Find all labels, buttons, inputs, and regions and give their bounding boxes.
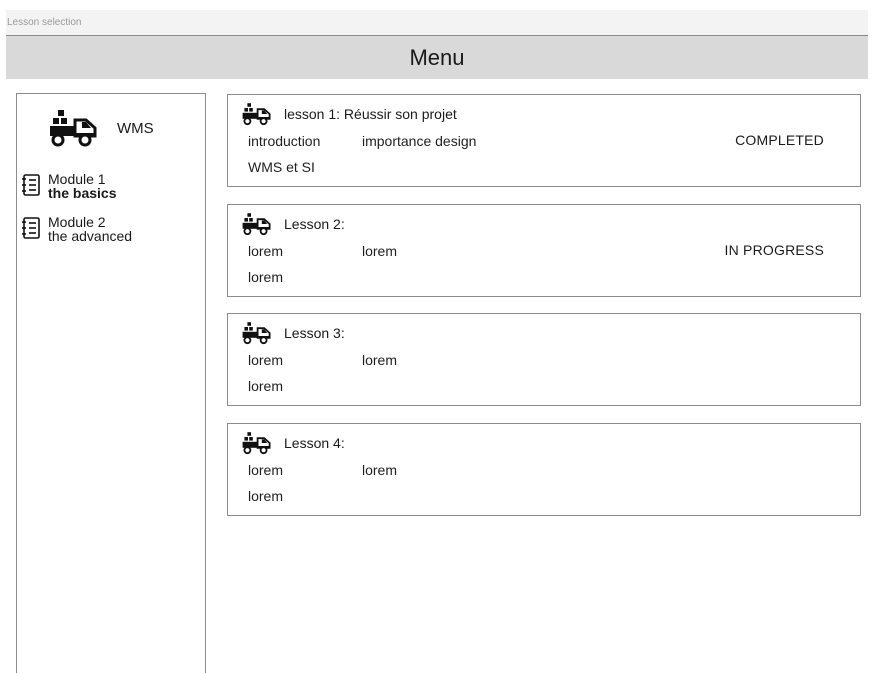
brand-label: WMS xyxy=(117,119,154,137)
lesson-topic[interactable]: lorem xyxy=(248,488,283,504)
notebook-icon xyxy=(21,174,41,196)
truck-icon xyxy=(240,102,274,126)
module-subtitle: the basics xyxy=(48,185,117,201)
module-title: Module 1 xyxy=(48,171,106,187)
lesson-topic[interactable]: lorem xyxy=(248,243,283,259)
lesson-title: Lesson 3: xyxy=(284,325,345,341)
lesson-title: Lesson 2: xyxy=(284,216,345,232)
lesson-topic[interactable]: lorem xyxy=(362,243,397,259)
lesson-topic[interactable]: lorem xyxy=(248,269,283,285)
truck-icon xyxy=(240,212,274,236)
lesson-topic[interactable]: WMS et SI xyxy=(248,159,315,175)
status-badge: COMPLETED xyxy=(735,132,824,148)
truck-icon xyxy=(240,431,274,455)
lesson-selection-window: Lesson selection Menu WMS Module 1 the b… xyxy=(6,10,868,673)
sidebar-item-module-1[interactable]: Module 1 the basics xyxy=(21,172,205,200)
lesson-topic[interactable]: lorem xyxy=(248,352,283,368)
truck-icon xyxy=(49,108,99,148)
lesson-title: lesson 1: Réussir son projet xyxy=(284,106,457,122)
menu-header: Menu xyxy=(6,35,868,79)
lesson-topic[interactable]: lorem xyxy=(248,378,283,394)
brand: WMS xyxy=(49,108,154,148)
lesson-card-1[interactable]: lesson 1: Réussir son projet introductio… xyxy=(227,94,861,187)
notebook-icon xyxy=(21,217,41,239)
lesson-topic[interactable]: importance design xyxy=(362,133,476,149)
lesson-card-3[interactable]: Lesson 3: lorem lorem lorem xyxy=(227,313,861,406)
sidebar: WMS Module 1 the basics Module 2 the adv… xyxy=(16,93,206,673)
module-title: Module 2 xyxy=(48,214,106,230)
lesson-topic[interactable]: introduction xyxy=(248,133,320,149)
lesson-title: Lesson 4: xyxy=(284,435,345,451)
lesson-topic[interactable]: lorem xyxy=(362,462,397,478)
sidebar-item-module-2[interactable]: Module 2 the advanced xyxy=(21,215,205,243)
lesson-card-2[interactable]: Lesson 2: lorem lorem lorem IN PROGRESS xyxy=(227,204,861,297)
lesson-card-4[interactable]: Lesson 4: lorem lorem lorem xyxy=(227,423,861,516)
lesson-topic[interactable]: lorem xyxy=(362,352,397,368)
module-subtitle: the advanced xyxy=(48,228,133,244)
status-badge: IN PROGRESS xyxy=(724,242,824,258)
truck-icon xyxy=(240,321,274,345)
lesson-topic[interactable]: lorem xyxy=(248,462,283,478)
window-title: Lesson selection xyxy=(6,10,868,35)
